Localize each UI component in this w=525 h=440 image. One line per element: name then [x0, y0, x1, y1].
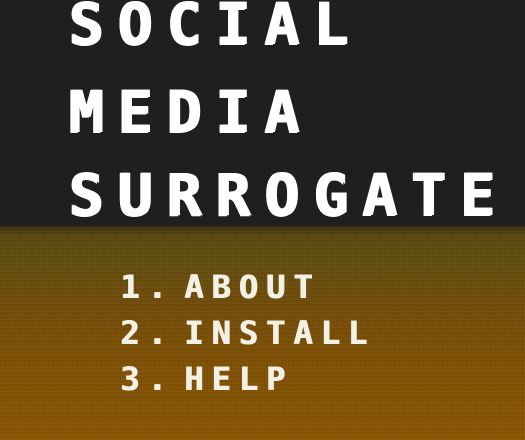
menu-item-label: INSTALL [184, 314, 375, 352]
menu-item-label: HELP [184, 360, 294, 398]
main-menu: 1. ABOUT 2. INSTALL 3. HELP [120, 268, 375, 406]
menu-item-number: 2. [120, 314, 175, 352]
menu-item-label: ABOUT [184, 268, 321, 306]
menu-item-number: 1. [120, 268, 175, 306]
menu-item-help[interactable]: 3. HELP [120, 360, 375, 406]
game-title-line-3: SURROGATE [68, 161, 509, 229]
game-title-line-1: SOCIAL [68, 0, 362, 58]
game-title-screen: SOCIAL MEDIA SURROGATE 1. ABOUT 2. INSTA… [0, 0, 525, 440]
game-title-line-2: MEDIA [68, 78, 313, 146]
menu-item-about[interactable]: 1. ABOUT [120, 268, 375, 314]
menu-item-install[interactable]: 2. INSTALL [120, 314, 375, 360]
menu-item-number: 3. [120, 360, 175, 398]
